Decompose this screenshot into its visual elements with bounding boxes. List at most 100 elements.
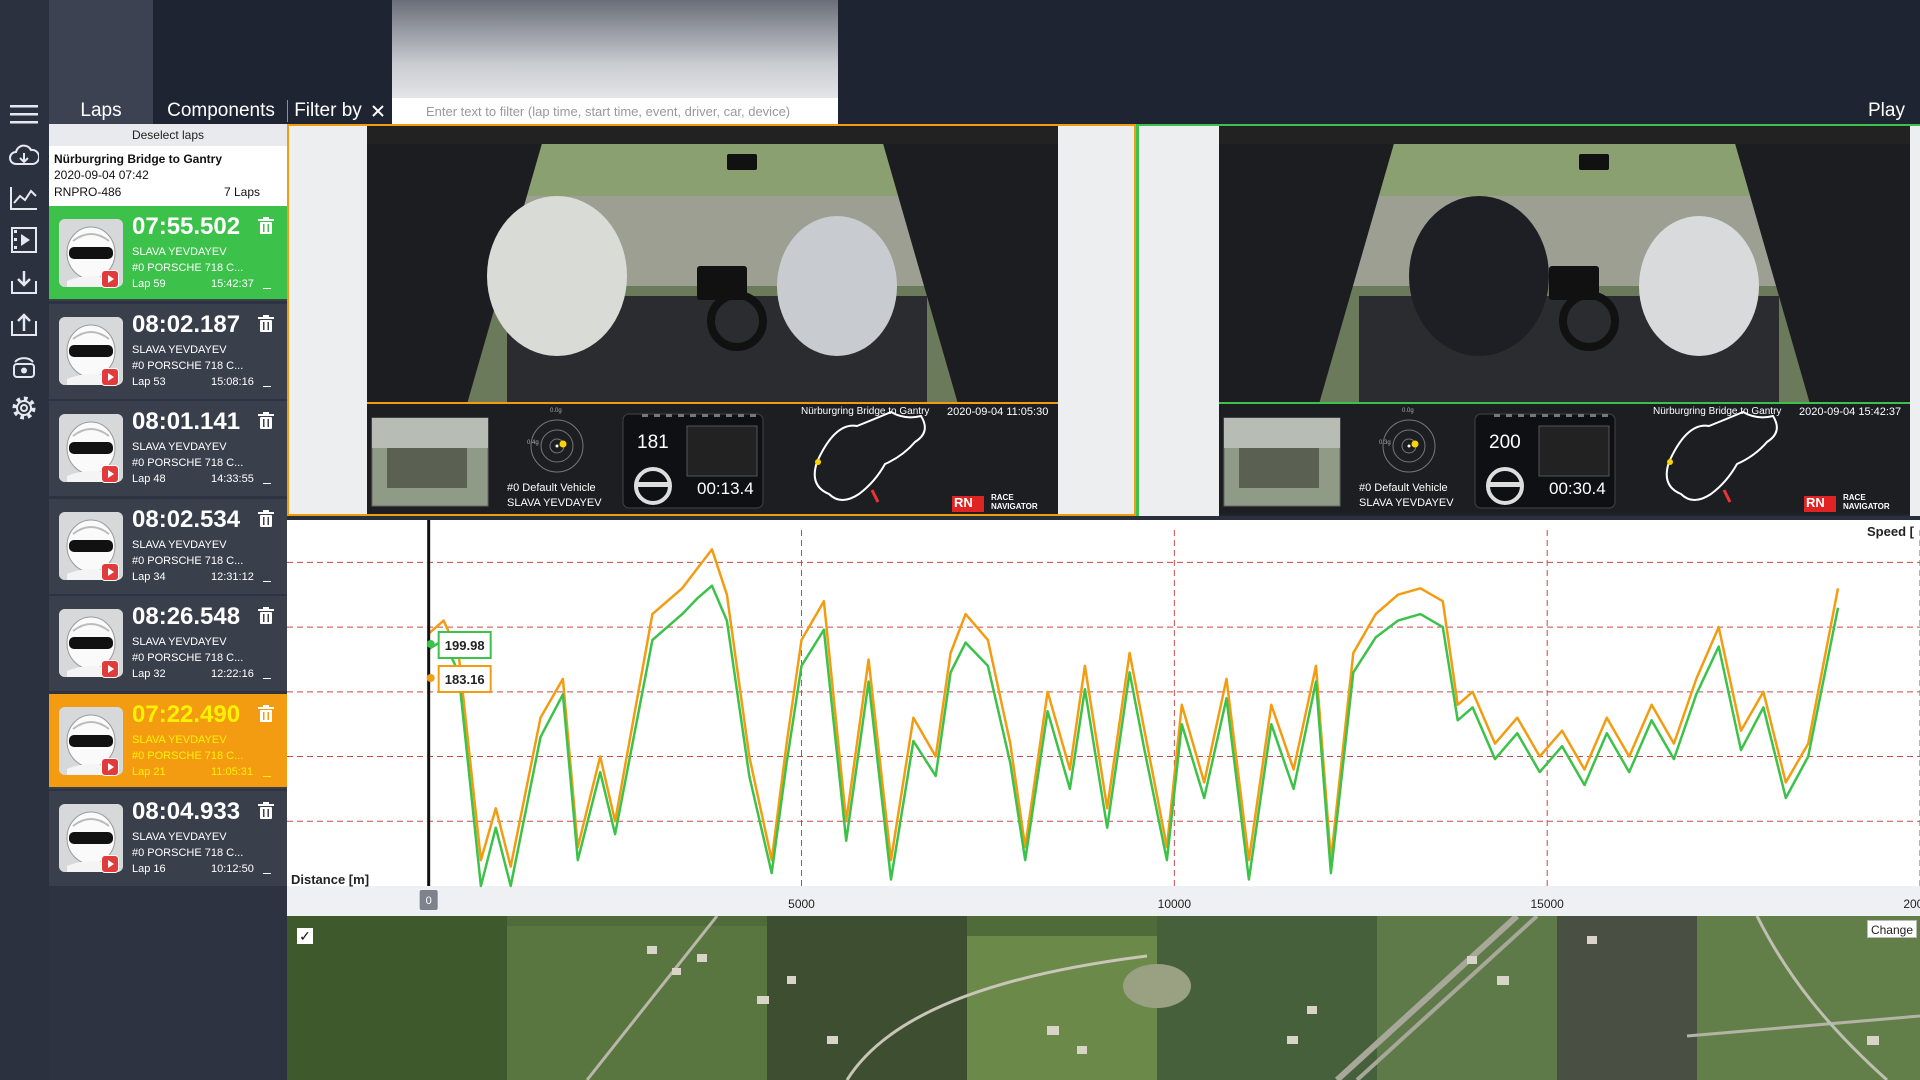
delete-lap-trash-icon[interactable] xyxy=(258,314,274,333)
lap-start-time: 12:31:12 xyxy=(211,570,254,583)
delete-lap-trash-icon[interactable] xyxy=(258,509,274,528)
x-tick-label: 20000 xyxy=(1903,897,1920,911)
video-2-left-margin xyxy=(1139,124,1219,516)
video-track-name: Nürburgring Bridge to Gantry xyxy=(1653,406,1782,417)
delete-lap-trash-icon[interactable] xyxy=(258,412,274,430)
video-available-icon[interactable] xyxy=(101,562,119,581)
tab-components[interactable]: Components xyxy=(160,98,282,124)
video-lap-timer: 00:13.4 xyxy=(697,479,754,498)
delete-lap-trash-icon[interactable] xyxy=(258,704,274,723)
hamburger-menu-icon[interactable] xyxy=(6,98,42,130)
video-available-icon[interactable] xyxy=(101,465,119,483)
speed-chart[interactable]: 050001000015000200000199.98183.16 xyxy=(287,520,1920,916)
speed-chart-panel[interactable]: 050001000015000200000199.98183.16 Distan… xyxy=(287,520,1920,916)
lap-number: Lap 16 xyxy=(132,863,166,875)
filter-preview-strip xyxy=(392,0,838,98)
filter-by-label: Filter by xyxy=(294,100,362,121)
left-toolbar xyxy=(0,0,49,1080)
session-laps-count: 7 Laps xyxy=(224,185,261,199)
lap-list-item[interactable]: 08:01.141 SLAVA YEVDAYEV #0 PORSCHE 718 … xyxy=(49,401,287,496)
lap-number: Lap 34 xyxy=(132,570,166,583)
lap-driver: SLAVA YEVDAYEV xyxy=(132,538,227,551)
video-available-icon[interactable] xyxy=(101,660,119,678)
lap-menu-handle[interactable] xyxy=(263,483,271,484)
g-meter-top-label: 0.0g xyxy=(550,408,562,414)
cursor-value-dot xyxy=(426,674,435,682)
video-available-icon[interactable] xyxy=(101,757,119,776)
lap-menu-handle[interactable] xyxy=(263,873,271,874)
lap-time: 07:22.490 xyxy=(132,700,241,728)
delete-lap-trash-icon[interactable] xyxy=(258,217,274,235)
lap-start-time: 12:22:16 xyxy=(211,668,254,680)
lap-driver: SLAVA YEVDAYEV xyxy=(132,636,227,648)
lap-start-time: 10:12:50 xyxy=(211,863,254,875)
cursor-value-label: 199.98 xyxy=(445,638,485,653)
delete-lap-trash-icon[interactable] xyxy=(258,607,274,625)
cloud-download-icon[interactable] xyxy=(6,140,42,172)
satellite-map[interactable]: ✓ Change xyxy=(287,916,1920,1080)
deselect-laps-button[interactable]: Deselect laps xyxy=(49,124,287,146)
clear-filter-close-icon[interactable] xyxy=(369,102,387,120)
brand-line-1: RACE xyxy=(1843,493,1866,502)
x-axis-band xyxy=(287,886,1920,916)
lap-menu-handle[interactable] xyxy=(263,385,271,387)
x-tick-label: 15000 xyxy=(1530,897,1564,911)
lap-list-item[interactable]: 07:55.502 SLAVA YEVDAYEV #0 PORSCHE 718 … xyxy=(49,206,287,301)
session-datetime: 2020-09-04 07:42 xyxy=(54,168,149,182)
import-download-icon[interactable] xyxy=(6,266,42,298)
lap-list-item[interactable]: 08:26.548 SLAVA YEVDAYEV #0 PORSCHE 718 … xyxy=(49,596,287,691)
g-meter-top-label: 0.0g xyxy=(1402,408,1414,414)
video-available-icon[interactable] xyxy=(101,367,119,386)
cursor-value-dot xyxy=(426,640,435,648)
export-upload-icon[interactable] xyxy=(6,308,42,340)
lap-time: 08:26.548 xyxy=(132,603,241,630)
chart-analysis-icon[interactable] xyxy=(6,182,42,214)
map-layer-checkbox[interactable]: ✓ xyxy=(297,928,313,944)
lap-driver: SLAVA YEVDAYEV xyxy=(132,831,227,843)
g-meter-scale-label: 0.4g xyxy=(527,440,539,446)
lap-list-item[interactable]: 08:02.187 SLAVA YEVDAYEV #0 PORSCHE 718 … xyxy=(49,303,287,399)
brand-line-2: NAVIGATOR xyxy=(1843,502,1890,511)
video-2-player[interactable]: Nürburgring Bridge to Gantry 2020-09-04 1… xyxy=(1219,126,1910,514)
video-speed-readout: 181 xyxy=(637,432,669,453)
lap-number: Lap 59 xyxy=(132,278,166,290)
lap-menu-handle[interactable] xyxy=(263,288,271,289)
lap-number: Lap 32 xyxy=(132,668,166,680)
y-axis-label: Speed [ xyxy=(1867,524,1914,539)
race-navigator-logo: RN xyxy=(954,495,973,510)
brand-line-2: NAVIGATOR xyxy=(991,502,1038,511)
video-vehicle-name: #0 Default Vehicle xyxy=(507,482,596,494)
video-lap-timer: 00:30.4 xyxy=(1549,479,1606,498)
filter-input[interactable] xyxy=(392,98,838,124)
settings-gear-icon[interactable] xyxy=(6,392,42,424)
tab-laps[interactable]: Laps xyxy=(49,98,153,124)
play-button[interactable]: Play xyxy=(1868,98,1916,124)
video-film-icon[interactable] xyxy=(6,224,42,256)
lap-time: 08:02.534 xyxy=(132,505,241,533)
lap-list-item[interactable]: 08:02.534 SLAVA YEVDAYEV #0 PORSCHE 718 … xyxy=(49,498,287,594)
video-1-player[interactable]: Nürburgring Bridge to Gantry 2020-09-04 1… xyxy=(367,126,1058,514)
video-speed-readout: 200 xyxy=(1489,432,1521,453)
tab-divider xyxy=(287,100,288,122)
video-1-right-margin xyxy=(1058,124,1136,516)
map-change-button[interactable]: Change xyxy=(1867,920,1917,938)
delete-lap-trash-icon[interactable] xyxy=(258,802,274,820)
series-line-green xyxy=(428,584,1840,888)
session-track: Nürburgring Bridge to Gantry xyxy=(54,152,222,166)
lap-driver: SLAVA YEVDAYEV xyxy=(132,441,227,453)
video-1-left-margin xyxy=(287,124,367,516)
lap-car: #0 PORSCHE 718 C... xyxy=(132,652,244,664)
session-device: RNPRO-486 xyxy=(54,185,122,199)
device-connect-icon[interactable] xyxy=(6,350,42,382)
session-header[interactable]: Nürburgring Bridge to Gantry 2020-09-04 … xyxy=(49,146,287,206)
lap-menu-handle[interactable] xyxy=(263,775,271,777)
lap-list-item[interactable]: 07:22.490 SLAVA YEVDAYEV #0 PORSCHE 718 … xyxy=(49,693,287,789)
lap-list-item[interactable]: 08:04.933 SLAVA YEVDAYEV #0 PORSCHE 718 … xyxy=(49,791,287,886)
lap-menu-handle[interactable] xyxy=(263,678,271,679)
video-driver-name: SLAVA YEVDAYEV xyxy=(1359,497,1454,509)
video-available-icon[interactable] xyxy=(101,270,119,288)
video-available-icon[interactable] xyxy=(101,855,119,873)
lap-car: #0 PORSCHE 718 C... xyxy=(132,847,244,859)
lap-menu-handle[interactable] xyxy=(263,580,271,582)
lap-car: #0 PORSCHE 718 C... xyxy=(132,359,244,372)
